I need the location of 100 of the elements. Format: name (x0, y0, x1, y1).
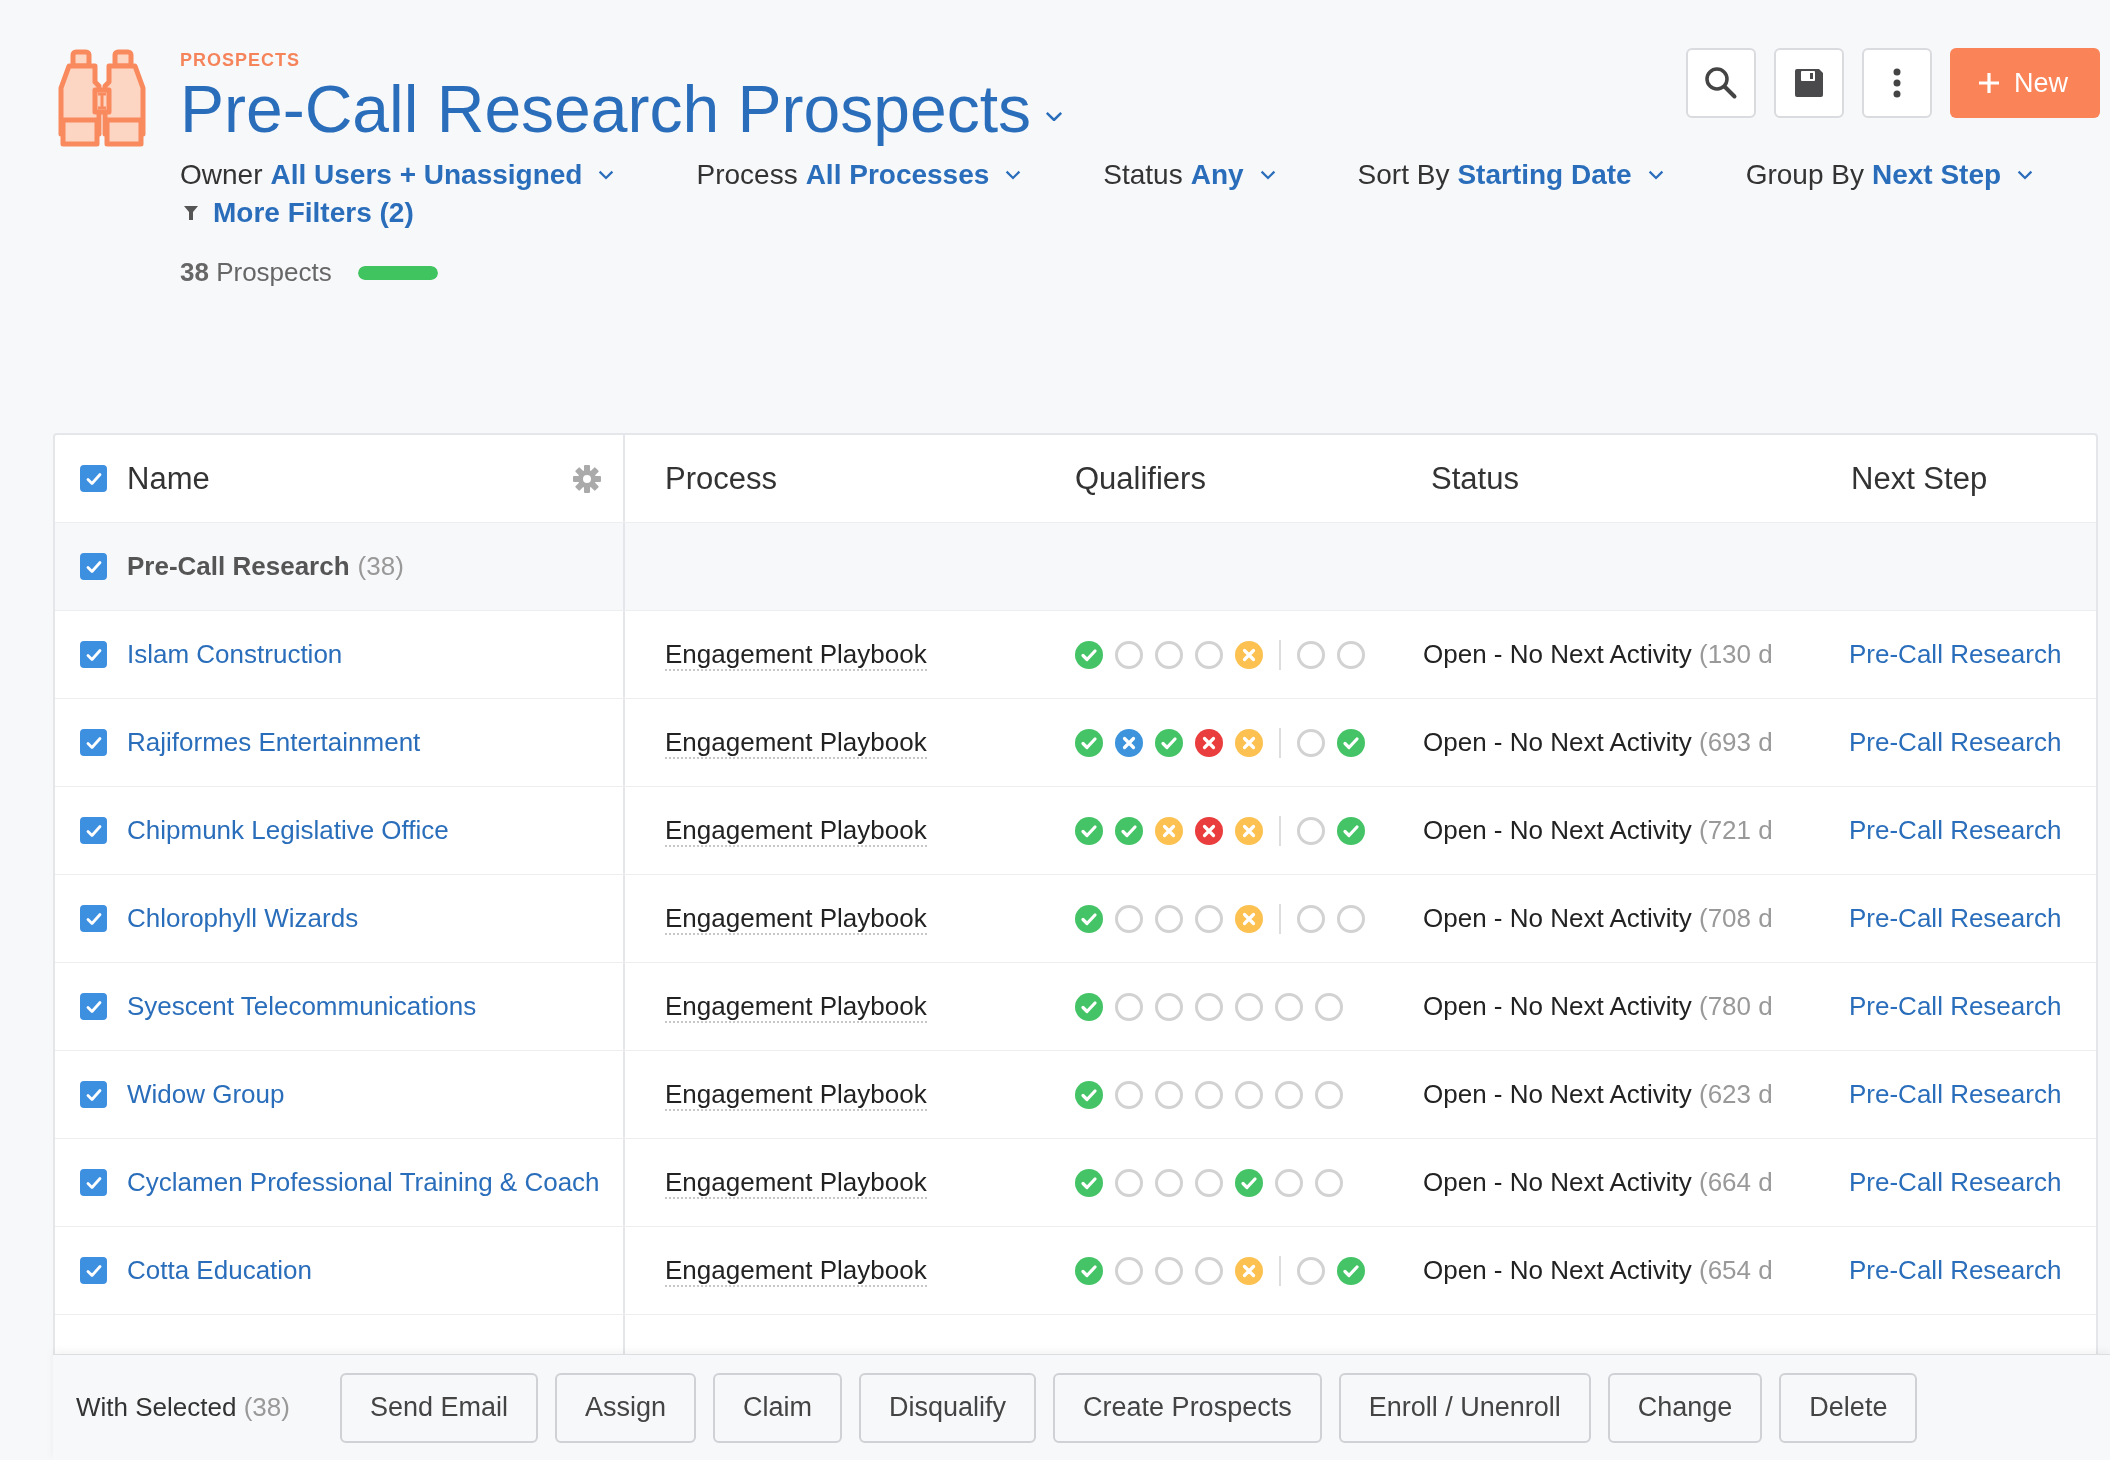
empty-circle-icon (1155, 1168, 1183, 1197)
prospect-name-link[interactable]: Islam Construction (127, 639, 343, 670)
checkbox[interactable] (80, 465, 107, 492)
filter-dropdown[interactable]: Sort By Starting Date (1357, 159, 1664, 191)
filter-dropdown[interactable]: Status Any (1103, 159, 1276, 191)
empty-circle-icon (1296, 904, 1325, 933)
status-text: Open - No Next Activity (1423, 991, 1692, 1022)
group-name: Pre-Call Research (127, 551, 350, 582)
caret-icon (2017, 170, 2034, 180)
empty-circle-icon (1235, 992, 1263, 1021)
save-button[interactable] (1774, 48, 1844, 118)
empty-circle-icon (1115, 640, 1143, 669)
process-name: Engagement Playbook (665, 814, 927, 847)
action-button[interactable]: Change (1607, 1372, 1763, 1443)
caret-icon (1045, 110, 1063, 122)
checkbox[interactable] (80, 553, 107, 580)
action-button[interactable]: Assign (554, 1372, 696, 1443)
caret-icon (598, 170, 615, 180)
status-age: (130 d (1699, 639, 1773, 670)
next-step-link[interactable]: Pre-Call Research (1849, 1255, 2062, 1286)
empty-circle-icon (1155, 992, 1183, 1021)
empty-circle-icon (1155, 640, 1183, 669)
column-header[interactable]: Name (127, 460, 210, 497)
process-name: Engagement Playbook (665, 726, 927, 759)
empty-circle-icon (1115, 1168, 1143, 1197)
checkbox[interactable] (80, 1081, 107, 1108)
more-filters-link[interactable]: More Filters (2) (213, 197, 414, 229)
filter-dropdown[interactable]: Process All Processes (696, 159, 1022, 191)
prospect-name-link[interactable]: Widow Group (127, 1079, 285, 1110)
next-step-link[interactable]: Pre-Call Research (1849, 815, 2062, 846)
settings-icon[interactable] (573, 464, 601, 493)
empty-circle-icon (1315, 1080, 1343, 1109)
prospect-name-link[interactable]: Chlorophyll Wizards (127, 903, 359, 934)
column-header[interactable]: Process (665, 460, 777, 497)
prospect-count: 38 Prospects (180, 257, 332, 288)
action-button[interactable]: Enroll / Unenroll (1338, 1372, 1591, 1443)
next-step-link[interactable]: Pre-Call Research (1849, 1167, 2062, 1198)
empty-circle-icon (1296, 640, 1325, 669)
next-step-link[interactable]: Pre-Call Research (1849, 991, 2062, 1022)
status-text: Open - No Next Activity (1423, 903, 1692, 934)
empty-circle-icon (1336, 640, 1365, 669)
action-button[interactable]: Delete (1779, 1372, 1918, 1443)
process-name: Engagement Playbook (665, 638, 927, 671)
checkbox[interactable] (80, 905, 107, 932)
next-step-link[interactable]: Pre-Call Research (1849, 1079, 2062, 1110)
checkbox[interactable] (80, 1169, 107, 1196)
next-step-link[interactable]: Pre-Call Research (1849, 639, 2062, 670)
column-header[interactable]: Next Step (1851, 460, 1988, 497)
empty-circle-icon (1155, 1080, 1183, 1109)
prospect-name-link[interactable]: Cotta Education (127, 1255, 312, 1286)
caret-icon (1647, 170, 1664, 180)
empty-circle-icon (1195, 1168, 1223, 1197)
action-button[interactable]: Send Email (339, 1372, 538, 1443)
status-text: Open - No Next Activity (1423, 1079, 1692, 1110)
checkbox[interactable] (80, 729, 107, 756)
column-header[interactable]: Status (1431, 460, 1519, 497)
process-name: Engagement Playbook (665, 990, 927, 1023)
column-header[interactable]: Qualifiers (1075, 460, 1206, 497)
action-button[interactable]: Claim (713, 1372, 843, 1443)
filter-icon (183, 205, 199, 221)
status-text: Open - No Next Activity (1423, 1255, 1692, 1286)
prospect-name-link[interactable]: Cyclamen Professional Training & Coach (127, 1167, 600, 1198)
empty-circle-icon (1195, 1080, 1223, 1109)
empty-circle-icon (1195, 1256, 1223, 1285)
empty-circle-icon (1296, 728, 1325, 757)
empty-circle-icon (1235, 1080, 1263, 1109)
empty-circle-icon (1195, 992, 1223, 1021)
selection-label: With Selected (38) (76, 1392, 290, 1423)
prospect-name-link[interactable]: Chipmunk Legislative Office (127, 815, 449, 846)
status-age: (623 d (1699, 1079, 1773, 1110)
empty-circle-icon (1315, 992, 1343, 1021)
caret-icon (1005, 170, 1022, 180)
more-options-button[interactable] (1862, 48, 1932, 118)
process-name: Engagement Playbook (665, 1166, 927, 1199)
empty-circle-icon (1115, 1080, 1143, 1109)
checkbox[interactable] (80, 993, 107, 1020)
status-text: Open - No Next Activity (1423, 727, 1692, 758)
empty-circle-icon (1296, 1256, 1325, 1285)
empty-circle-icon (1336, 904, 1365, 933)
status-text: Open - No Next Activity (1423, 639, 1692, 670)
plus-icon (1978, 72, 2000, 94)
next-step-link[interactable]: Pre-Call Research (1849, 727, 2062, 758)
page-title: Pre-Call Research Prospects (180, 71, 1031, 148)
checkbox[interactable] (80, 817, 107, 844)
caret-icon (1259, 170, 1276, 180)
empty-circle-icon (1275, 1168, 1303, 1197)
empty-circle-icon (1315, 1168, 1343, 1197)
prospect-name-link[interactable]: Syescent Telecommunications (127, 991, 477, 1022)
action-button[interactable]: Disqualify (859, 1372, 1037, 1443)
status-age: (693 d (1699, 727, 1773, 758)
action-button[interactable]: Create Prospects (1053, 1372, 1322, 1443)
filter-dropdown[interactable]: Owner All Users + Unassigned (180, 159, 615, 191)
empty-circle-icon (1115, 904, 1143, 933)
next-step-link[interactable]: Pre-Call Research (1849, 903, 2062, 934)
checkbox[interactable] (80, 1257, 107, 1284)
search-button[interactable] (1686, 48, 1756, 118)
checkbox[interactable] (80, 641, 107, 668)
group-count: (38) (357, 551, 404, 582)
filter-dropdown[interactable]: Group By Next Step (1745, 159, 2034, 191)
prospect-name-link[interactable]: Rajiformes Entertainment (127, 727, 421, 758)
